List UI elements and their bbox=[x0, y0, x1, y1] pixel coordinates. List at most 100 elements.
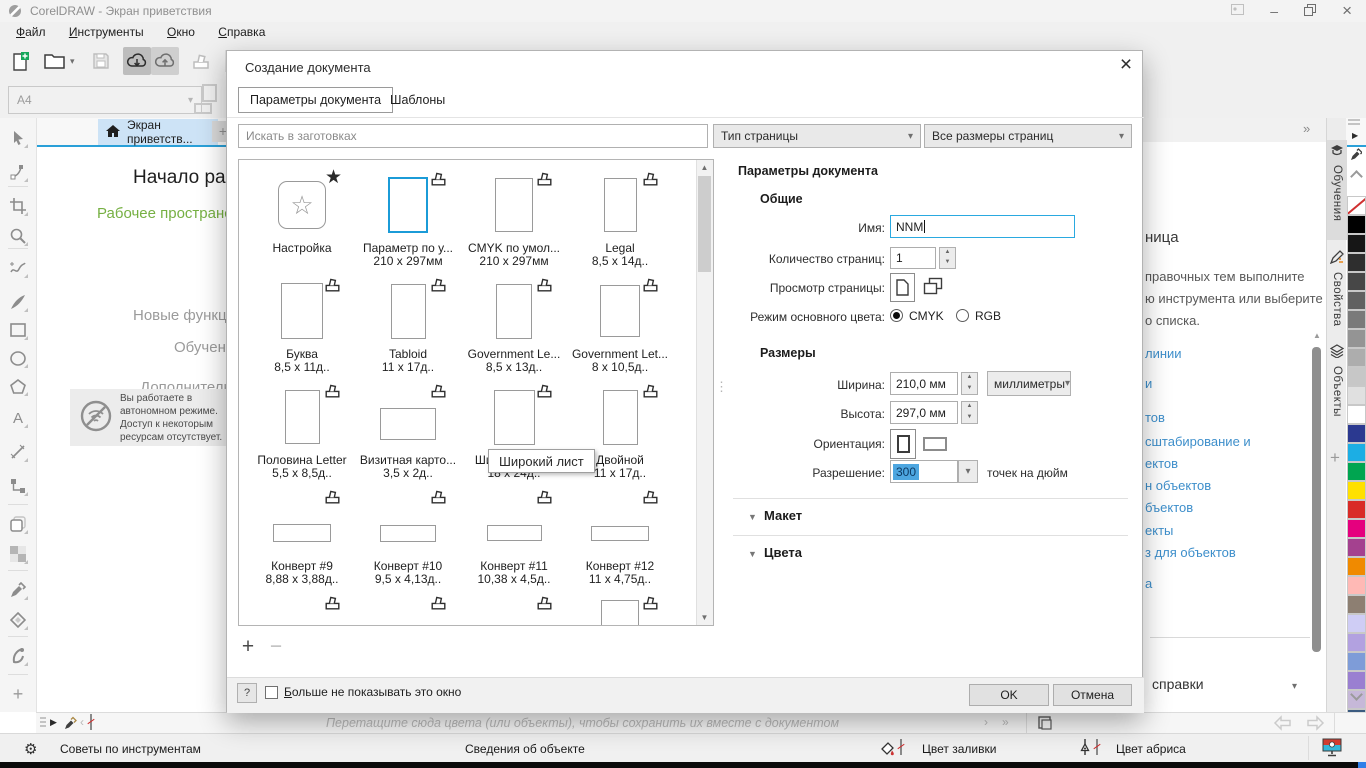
color-swatch[interactable] bbox=[1347, 291, 1366, 310]
docker-tab-objects[interactable]: Объекты bbox=[1327, 340, 1347, 430]
color-swatch[interactable] bbox=[1347, 329, 1366, 348]
resolution-dropdown-icon[interactable]: ▾ bbox=[958, 460, 978, 483]
palette-eyedropper-icon[interactable] bbox=[1350, 148, 1362, 164]
color-swatch[interactable] bbox=[1347, 576, 1366, 595]
docker-footer-dropdown-icon[interactable]: ▾ bbox=[1292, 681, 1297, 692]
landscape-orientation-button[interactable] bbox=[923, 437, 947, 451]
template-item-tabloid[interactable]: Tabloid 11 x 17д.. bbox=[355, 274, 461, 380]
cloud-upload-icon[interactable] bbox=[151, 47, 179, 75]
page-count-stepper[interactable]: ▲▼ bbox=[939, 247, 956, 269]
docker-scroll-up-icon[interactable]: ▲ bbox=[1313, 331, 1321, 340]
layout-collapse-icon[interactable]: ▼ bbox=[748, 512, 757, 522]
height-stepper[interactable]: ▲▼ bbox=[961, 401, 978, 424]
page-count-field[interactable]: 1 bbox=[890, 247, 936, 269]
rgb-radio[interactable] bbox=[956, 309, 969, 322]
fill-color-swatch[interactable] bbox=[900, 739, 902, 755]
docker-scrollbar-thumb[interactable] bbox=[1312, 347, 1321, 652]
menu-tools[interactable]: Инструменты bbox=[59, 22, 154, 42]
search-input[interactable] bbox=[238, 124, 708, 148]
height-field[interactable]: 297,0 мм bbox=[890, 401, 958, 424]
color-swatch[interactable] bbox=[1347, 272, 1366, 291]
help-button[interactable]: ? bbox=[237, 683, 257, 703]
template-item[interactable] bbox=[249, 592, 355, 625]
dont-show-label[interactable]: Больше не показывать это окно bbox=[284, 685, 461, 699]
interactive-fill-tool[interactable] bbox=[6, 608, 30, 632]
color-swatch[interactable] bbox=[1347, 310, 1366, 329]
document-palette-scroll-right-icon[interactable]: › bbox=[984, 715, 988, 729]
document-palette-no-color[interactable] bbox=[90, 714, 92, 730]
color-swatch[interactable] bbox=[1347, 500, 1366, 519]
new-document-icon[interactable] bbox=[6, 47, 34, 75]
color-swatch[interactable] bbox=[1347, 557, 1366, 576]
template-item-letter[interactable]: Буква 8,5 x 11д.. bbox=[249, 274, 355, 380]
grid-scrollbar[interactable]: ▲ ▼ bbox=[696, 160, 713, 625]
color-swatch[interactable] bbox=[1347, 424, 1366, 443]
document-palette-grip[interactable] bbox=[40, 717, 46, 729]
docker-link[interactable]: линии bbox=[1145, 346, 1182, 361]
tab-templates[interactable]: Шаблоны bbox=[380, 88, 455, 112]
color-swatch[interactable] bbox=[1347, 253, 1366, 272]
drop-shadow-tool[interactable] bbox=[6, 512, 30, 536]
palette-scroll-up-icon[interactable] bbox=[1350, 170, 1363, 183]
document-palette-options-icon[interactable] bbox=[1038, 716, 1052, 733]
status-tool-tips[interactable]: Советы по инструментам bbox=[60, 742, 201, 756]
docker-link[interactable]: тов bbox=[1145, 410, 1165, 425]
width-stepper[interactable]: ▲▼ bbox=[961, 372, 978, 395]
display-color-settings-icon[interactable] bbox=[1322, 738, 1343, 760]
dialog-close-icon[interactable]: × bbox=[1113, 53, 1139, 77]
page-size-filter[interactable]: Все размеры страниц▾ bbox=[924, 124, 1132, 148]
template-item-half-letter[interactable]: Половина Letter 5,5 x 8,5д.. bbox=[249, 380, 355, 486]
docker-link[interactable]: а bbox=[1145, 576, 1152, 591]
color-swatch[interactable] bbox=[1347, 215, 1366, 234]
template-item-envelope12[interactable]: Конверт #12 11 x 4,75д.. bbox=[567, 486, 673, 592]
docker-link[interactable]: екты bbox=[1145, 523, 1173, 538]
freehand-tool[interactable] bbox=[6, 256, 30, 280]
colors-section-header[interactable]: Цвета bbox=[764, 545, 802, 560]
color-swatch[interactable] bbox=[1347, 348, 1366, 367]
dimension-tool[interactable] bbox=[6, 440, 30, 464]
scroll-up-icon[interactable]: ▲ bbox=[697, 160, 712, 175]
color-swatch[interactable] bbox=[1347, 595, 1366, 614]
name-field[interactable]: NNM bbox=[890, 215, 1075, 238]
text-tool[interactable]: A bbox=[6, 406, 30, 430]
page-type-filter[interactable]: Тип страницы▾ bbox=[713, 124, 921, 148]
docker-link[interactable]: сштабирование и bbox=[1145, 434, 1251, 449]
docker-link[interactable]: з для объектов bbox=[1145, 545, 1236, 560]
color-swatch[interactable] bbox=[1347, 386, 1366, 405]
docker-link[interactable]: н объектов bbox=[1145, 478, 1211, 493]
template-item-legal[interactable]: Legal 8,5 x 14д.. bbox=[567, 168, 673, 274]
artistic-media-tool[interactable] bbox=[6, 290, 30, 314]
restore-button[interactable] bbox=[1304, 4, 1316, 19]
colors-collapse-icon[interactable]: ▼ bbox=[748, 549, 757, 559]
tab-document-options[interactable]: Параметры документа bbox=[238, 87, 393, 113]
document-palette-flyout-icon[interactable]: ▶ bbox=[50, 717, 57, 728]
width-field[interactable]: 210,0 мм bbox=[890, 372, 958, 395]
palette-flyout-icon[interactable]: ▶ bbox=[1352, 131, 1358, 140]
rectangle-tool[interactable] bbox=[6, 318, 30, 342]
status-object-info[interactable]: Сведения об объекте bbox=[465, 742, 585, 756]
template-item[interactable] bbox=[461, 592, 567, 625]
color-swatch[interactable] bbox=[1347, 633, 1366, 652]
docker-link[interactable]: ектов bbox=[1145, 456, 1178, 471]
add-docker-button[interactable]: + bbox=[1330, 448, 1340, 468]
open-dropdown-icon[interactable]: ▾ bbox=[70, 56, 75, 67]
dont-show-checkbox[interactable] bbox=[265, 686, 278, 699]
color-swatch[interactable] bbox=[1347, 234, 1366, 253]
smear-tool[interactable] bbox=[6, 644, 30, 668]
color-swatch[interactable] bbox=[1347, 652, 1366, 671]
template-item[interactable] bbox=[567, 592, 673, 625]
facing-pages-view-button[interactable] bbox=[923, 277, 943, 298]
favorite-star-icon[interactable]: ★ bbox=[325, 166, 342, 189]
color-swatch[interactable] bbox=[1347, 462, 1366, 481]
layout-section-header[interactable]: Макет bbox=[764, 508, 802, 523]
template-item-gov-legal[interactable]: Government Let... 8 x 10,5д.. bbox=[567, 274, 673, 380]
docker-collapse-icon[interactable]: » bbox=[1303, 121, 1310, 136]
docker-tab-hints[interactable]: Обучения bbox=[1327, 140, 1347, 240]
ok-button[interactable]: OK bbox=[969, 684, 1049, 706]
docker-link[interactable]: бъектов bbox=[1145, 500, 1193, 515]
template-item-envelope11[interactable]: Конверт #11 10,38 x 4,5д.. bbox=[461, 486, 567, 592]
document-palette-end-icon[interactable]: » bbox=[1002, 715, 1009, 729]
template-item-gov-letter[interactable]: Government Le... 8,5 x 13д.. bbox=[461, 274, 567, 380]
add-preset-button[interactable]: + bbox=[238, 635, 258, 659]
color-eyedropper-tool[interactable] bbox=[6, 578, 30, 602]
